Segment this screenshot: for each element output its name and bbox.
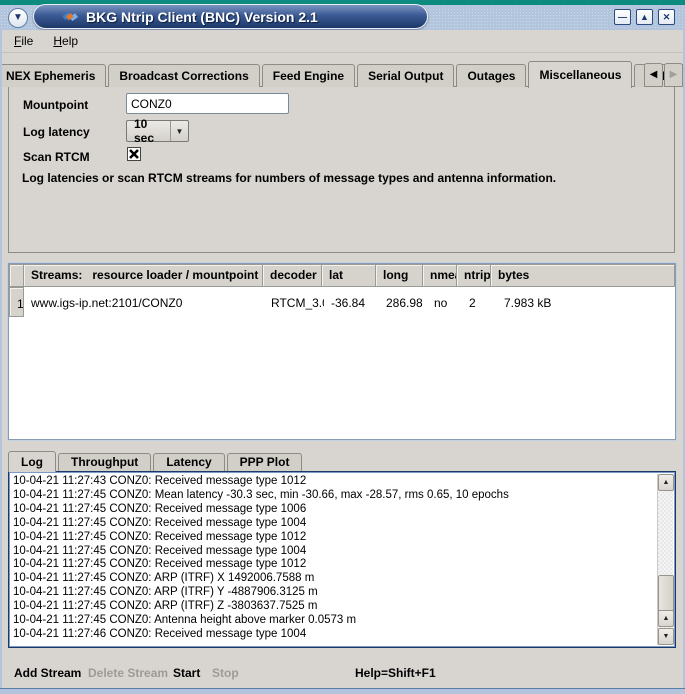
tab-throughput[interactable]: Throughput xyxy=(58,453,151,471)
menu-item-help[interactable]: Help xyxy=(53,34,78,48)
streams-table: Streams: resource loader / mountpointdec… xyxy=(8,263,676,440)
tab-scroll-left-button[interactable]: ◀ xyxy=(644,63,663,87)
arrow-up-icon: ▲ xyxy=(663,479,670,486)
log-line: 10-04-21 11:27:45 CONZ0: Received messag… xyxy=(13,517,653,531)
streams-table-body: 1www.igs-ip.net:2101/CONZ0RTCM_3.0-36.84… xyxy=(9,287,675,317)
log-tab-bar: LogThroughputLatencyPPP Plot xyxy=(8,450,304,471)
arrow-up-icon: ▲ xyxy=(663,615,670,622)
mountpoint-label: Mountpoint xyxy=(23,98,88,112)
tab-log[interactable]: Log xyxy=(8,451,56,472)
table-cell: www.igs-ip.net:2101/CONZ0 xyxy=(24,287,264,317)
window-controls: — ▲ ✕ xyxy=(614,9,675,25)
delete-stream-button: Delete Stream xyxy=(88,666,168,680)
start-button[interactable]: Start xyxy=(173,666,200,680)
minimize-button[interactable]: — xyxy=(614,9,631,25)
column-header-ntrip[interactable]: ntrip xyxy=(456,264,491,287)
table-cell: 286.98 xyxy=(379,287,427,317)
tab-scroll-right-button[interactable]: ▶ xyxy=(664,63,683,87)
log-line: 10-04-21 11:27:45 CONZ0: Received messag… xyxy=(13,531,653,545)
chevron-down-icon: ▼ xyxy=(170,121,188,141)
window-bottom-edge xyxy=(0,688,685,694)
log-latency-label: Log latency xyxy=(23,125,90,139)
log-line: 10-04-21 11:27:46 CONZ0: Received messag… xyxy=(13,628,653,642)
scan-rtcm-checkbox[interactable] xyxy=(127,147,141,161)
scan-rtcm-label: Scan RTCM xyxy=(23,150,90,164)
tab-nex-ephemeris[interactable]: NEX Ephemeris xyxy=(2,64,106,87)
table-corner-cell xyxy=(9,264,24,287)
log-line: 10-04-21 11:27:45 CONZ0: Received messag… xyxy=(13,503,653,517)
column-header-nmea[interactable]: nmea xyxy=(422,264,457,287)
log-lines: 10-04-21 11:27:43 CONZ0: Received messag… xyxy=(13,475,653,644)
log-line: 10-04-21 11:27:45 CONZ0: ARP (ITRF) X 14… xyxy=(13,572,653,586)
panel-description: Log latencies or scan RTCM streams for n… xyxy=(22,171,556,185)
log-latency-value: 10 sec xyxy=(127,117,170,145)
scrollbar-down-button[interactable]: ▼ xyxy=(658,628,674,645)
action-bar: Help=Shift+F1 Add Stream Delete Stream Sta… xyxy=(0,663,685,685)
tab-ppp-plot[interactable]: PPP Plot xyxy=(227,453,303,471)
scrollbar-up-button[interactable]: ▲ xyxy=(658,474,674,491)
bnc-application-window: ▼ BKG Ntrip Client (BNC) Version 2.1 — ▲… xyxy=(0,0,685,694)
title-pill: BKG Ntrip Client (BNC) Version 2.1 xyxy=(33,4,428,29)
arrow-down-icon: ▼ xyxy=(663,633,670,640)
tab-broadcast-corrections[interactable]: Broadcast Corrections xyxy=(108,64,259,87)
bnc-app-icon xyxy=(62,9,78,25)
log-line: 10-04-21 11:27:45 CONZ0: Received messag… xyxy=(13,545,653,559)
settings-tab-bar: NEX EphemerisBroadcast CorrectionsFeed E… xyxy=(2,60,683,87)
window-title: BKG Ntrip Client (BNC) Version 2.1 xyxy=(86,9,318,25)
window-menu-button[interactable]: ▼ xyxy=(8,8,28,28)
log-output-area[interactable]: 10-04-21 11:27:43 CONZ0: Received messag… xyxy=(8,471,676,648)
column-header-decoder[interactable]: decoder xyxy=(262,264,322,287)
maximize-button[interactable]: ▲ xyxy=(636,9,653,25)
tab-scroll-buttons: ◀ ▶ xyxy=(644,63,683,87)
column-header-long[interactable]: long xyxy=(375,264,423,287)
tab-feed-engine[interactable]: Feed Engine xyxy=(262,64,355,87)
arrow-right-icon: ▶ xyxy=(670,69,678,80)
log-line: 10-04-21 11:27:45 CONZ0: Mean latency -3… xyxy=(13,489,653,503)
column-header-bytes[interactable]: bytes xyxy=(490,264,675,287)
column-header-streams[interactable]: Streams: resource loader / mountpoint xyxy=(23,264,263,287)
scrollbar-up-button-bottom[interactable]: ▲ xyxy=(658,610,674,627)
log-line: 10-04-21 11:27:45 CONZ0: Antenna height … xyxy=(13,614,653,628)
log-line: 10-04-21 11:27:45 CONZ0: ARP (ITRF) Y -4… xyxy=(13,586,653,600)
log-latency-select[interactable]: 10 sec ▼ xyxy=(126,120,189,142)
column-header-lat[interactable]: lat xyxy=(321,264,376,287)
miscellaneous-panel: Mountpoint Log latency 10 sec ▼ Scan RTC… xyxy=(8,86,675,253)
log-scrollbar[interactable]: ▲ ▲ ▼ xyxy=(657,474,673,645)
table-cell: 7.983 kB xyxy=(497,287,675,317)
row-number: 1 xyxy=(9,287,24,317)
table-cell: no xyxy=(427,287,462,317)
mountpoint-input[interactable] xyxy=(126,93,289,114)
tab-serial-output[interactable]: Serial Output xyxy=(357,64,454,87)
streams-table-header: Streams: resource loader / mountpointdec… xyxy=(9,264,675,287)
log-line: 10-04-21 11:27:43 CONZ0: Received messag… xyxy=(13,475,653,489)
menu-item-file[interactable]: File xyxy=(14,34,33,48)
menu-bar: File Help xyxy=(2,30,683,53)
log-line: 10-04-21 11:27:45 CONZ0: ARP (ITRF) Z -3… xyxy=(13,600,653,614)
arrow-left-icon: ◀ xyxy=(650,69,658,80)
tab-outages[interactable]: Outages xyxy=(456,64,526,87)
close-button[interactable]: ✕ xyxy=(658,9,675,25)
tab-miscellaneous[interactable]: Miscellaneous xyxy=(528,61,632,88)
table-cell: 2 xyxy=(462,287,497,317)
table-cell: RTCM_3.0 xyxy=(264,287,324,317)
titlebar[interactable]: ▼ BKG Ntrip Client (BNC) Version 2.1 — ▲… xyxy=(0,5,685,30)
chevron-down-icon: ▼ xyxy=(13,12,23,23)
log-line: 10-04-21 11:27:45 CONZ0: Received messag… xyxy=(13,558,653,572)
table-row[interactable]: 1www.igs-ip.net:2101/CONZ0RTCM_3.0-36.84… xyxy=(9,287,675,317)
stop-button: Stop xyxy=(212,666,239,680)
table-cell: -36.84 xyxy=(324,287,379,317)
window-left-edge xyxy=(0,30,2,694)
help-shortcut-text: Help=Shift+F1 xyxy=(355,666,436,680)
checkmark-x-icon xyxy=(129,149,139,159)
tab-latency[interactable]: Latency xyxy=(153,453,224,471)
add-stream-button[interactable]: Add Stream xyxy=(14,666,81,680)
